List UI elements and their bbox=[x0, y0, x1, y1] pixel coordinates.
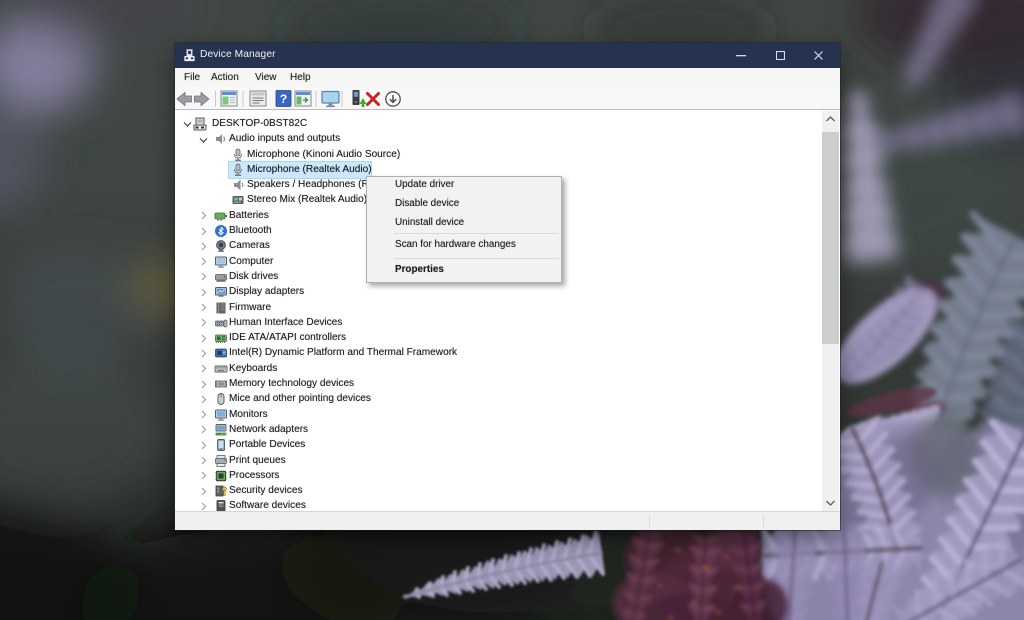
svg-text:?: ? bbox=[280, 92, 287, 106]
